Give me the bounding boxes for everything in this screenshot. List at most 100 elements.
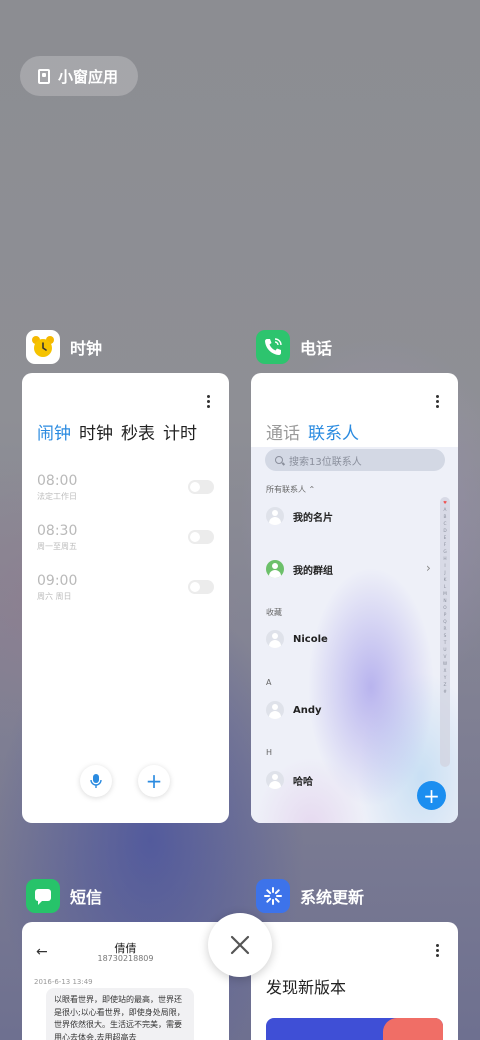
plus-icon: + (145, 769, 163, 793)
index-letter[interactable]: R (444, 626, 447, 633)
phone-app-name: 电话 (300, 339, 333, 358)
clock-tabs: 闹钟 时钟 秒表 计时 (37, 419, 197, 444)
avatar (266, 701, 284, 719)
clock-app-header[interactable]: 时钟 (26, 330, 102, 364)
avatar (266, 630, 284, 648)
alarm-clock-icon (26, 330, 60, 364)
phone-card[interactable]: 通话 联系人 搜索13位联系人 所有联系人 ⌃ 我的名片 我的群组 › 收藏 N… (251, 373, 458, 823)
clock-card[interactable]: 闹钟 时钟 秒表 计时 08:00 法定工作日 08:30 周一至周五 09:0… (22, 373, 229, 823)
contact-row[interactable]: Nicole (266, 630, 328, 648)
plus-icon: + (423, 783, 440, 808)
update-app-name: 系统更新 (300, 888, 365, 907)
small-window-button[interactable]: 小窗应用 (20, 56, 138, 96)
index-letter[interactable]: V (444, 654, 447, 661)
index-letter[interactable]: Y (444, 675, 447, 682)
contacts-filter[interactable]: 所有联系人 ⌃ (266, 484, 315, 495)
index-letter[interactable]: N (443, 598, 446, 605)
close-icon (230, 935, 250, 955)
chevron-right-icon: › (426, 561, 431, 575)
phone-app-header[interactable]: 电话 (256, 330, 332, 364)
message-icon (26, 879, 60, 913)
more-options-icon[interactable] (436, 944, 440, 959)
index-letter[interactable]: I (444, 563, 445, 570)
filter-label: 所有联系人 (266, 485, 306, 494)
index-letter[interactable]: Q (443, 619, 446, 626)
index-letter[interactable]: D (443, 528, 446, 535)
alarm-toggle[interactable] (188, 530, 214, 544)
index-letter[interactable]: M (443, 591, 447, 598)
phone-tabs: 通话 联系人 (266, 419, 359, 444)
sms-app-name: 短信 (70, 888, 103, 907)
contact-name: Andy (293, 704, 322, 716)
contact-row[interactable]: 哈哈 (266, 771, 313, 789)
contact-name: Nicole (293, 633, 328, 645)
index-letter[interactable]: # (443, 689, 447, 696)
index-letter[interactable]: C (443, 521, 446, 528)
close-all-button[interactable] (208, 913, 272, 977)
phone-icon (256, 330, 290, 364)
alarm-toggle[interactable] (188, 580, 214, 594)
add-contact-button[interactable]: + (417, 781, 446, 810)
index-letter[interactable]: ♥ (443, 500, 447, 507)
search-placeholder: 搜索13位联系人 (289, 456, 362, 468)
sms-card[interactable]: ← 倩倩 18730218809 2016-6-13 13:49 以眼看世界，即… (22, 922, 229, 1040)
my-card-row[interactable]: 我的名片 (266, 507, 333, 525)
tab-timer[interactable]: 计时 (163, 419, 197, 444)
index-letter[interactable]: K (444, 577, 447, 584)
update-card[interactable]: 发现新版本 (251, 922, 458, 1040)
index-letter[interactable]: G (443, 549, 446, 556)
index-letter[interactable]: B (444, 514, 447, 521)
tab-stopwatch[interactable]: 秒表 (121, 419, 155, 444)
index-letter[interactable]: P (444, 612, 447, 619)
alphabet-index-bar[interactable]: ♥ A B C D E F G H I J K L M N O P Q R S T U V W X Y Z # (440, 497, 450, 767)
groups-icon (266, 560, 284, 578)
section-header: H (266, 748, 273, 757)
search-icon (275, 456, 283, 464)
index-letter[interactable]: F (444, 542, 446, 549)
contact-name: 哈哈 (293, 776, 313, 788)
contacts-search-input[interactable]: 搜索13位联系人 (265, 449, 445, 471)
message-bubble[interactable]: 以眼看世界，即使站的最高，世界还是很小;以心看世界，即使身处局限，世界依然很大。… (46, 988, 194, 1040)
my-card-label: 我的名片 (293, 512, 333, 524)
avatar (266, 771, 284, 789)
small-window-icon (38, 68, 50, 84)
index-letter[interactable]: S (444, 633, 447, 640)
alarm-toggle[interactable] (188, 480, 214, 494)
index-letter[interactable]: T (444, 640, 447, 647)
my-groups-row[interactable]: 我的群组 (266, 560, 333, 578)
chevron-updown-icon: ⌃ (308, 485, 316, 494)
index-letter[interactable]: H (443, 556, 446, 563)
index-letter[interactable]: E (444, 535, 447, 542)
my-groups-label: 我的群组 (293, 565, 333, 577)
index-letter[interactable]: L (444, 584, 446, 591)
index-letter[interactable]: O (443, 605, 446, 612)
contact-row[interactable]: Andy (266, 701, 322, 719)
index-letter[interactable]: X (444, 668, 447, 675)
avatar (266, 507, 284, 525)
tab-calls[interactable]: 通话 (266, 419, 300, 444)
update-app-header[interactable]: 系统更新 (256, 879, 364, 913)
microphone-icon (90, 774, 102, 788)
index-letter[interactable]: W (443, 661, 447, 668)
update-title: 发现新版本 (266, 978, 347, 997)
index-letter[interactable]: Z (444, 682, 447, 689)
tab-contacts[interactable]: 联系人 (308, 419, 359, 444)
small-window-label: 小窗应用 (58, 67, 119, 86)
conversation-contact-number: 18730218809 (97, 954, 154, 963)
index-letter[interactable]: J (444, 570, 445, 577)
tab-alarm[interactable]: 闹钟 (37, 419, 71, 444)
message-date: 2016-6-13 13:49 (34, 978, 93, 986)
sms-app-header[interactable]: 短信 (26, 879, 102, 913)
add-alarm-button[interactable]: + (138, 765, 170, 797)
index-letter[interactable]: A (444, 507, 447, 514)
voice-alarm-button[interactable] (80, 765, 112, 797)
section-header: A (266, 678, 272, 687)
more-options-icon[interactable] (436, 395, 440, 410)
update-icon (256, 879, 290, 913)
more-options-icon[interactable] (207, 395, 211, 410)
tab-clock[interactable]: 时钟 (79, 419, 113, 444)
favorites-header: 收藏 (266, 608, 282, 617)
clock-app-name: 时钟 (70, 339, 103, 358)
index-letter[interactable]: U (443, 647, 446, 654)
update-banner (266, 1018, 443, 1040)
